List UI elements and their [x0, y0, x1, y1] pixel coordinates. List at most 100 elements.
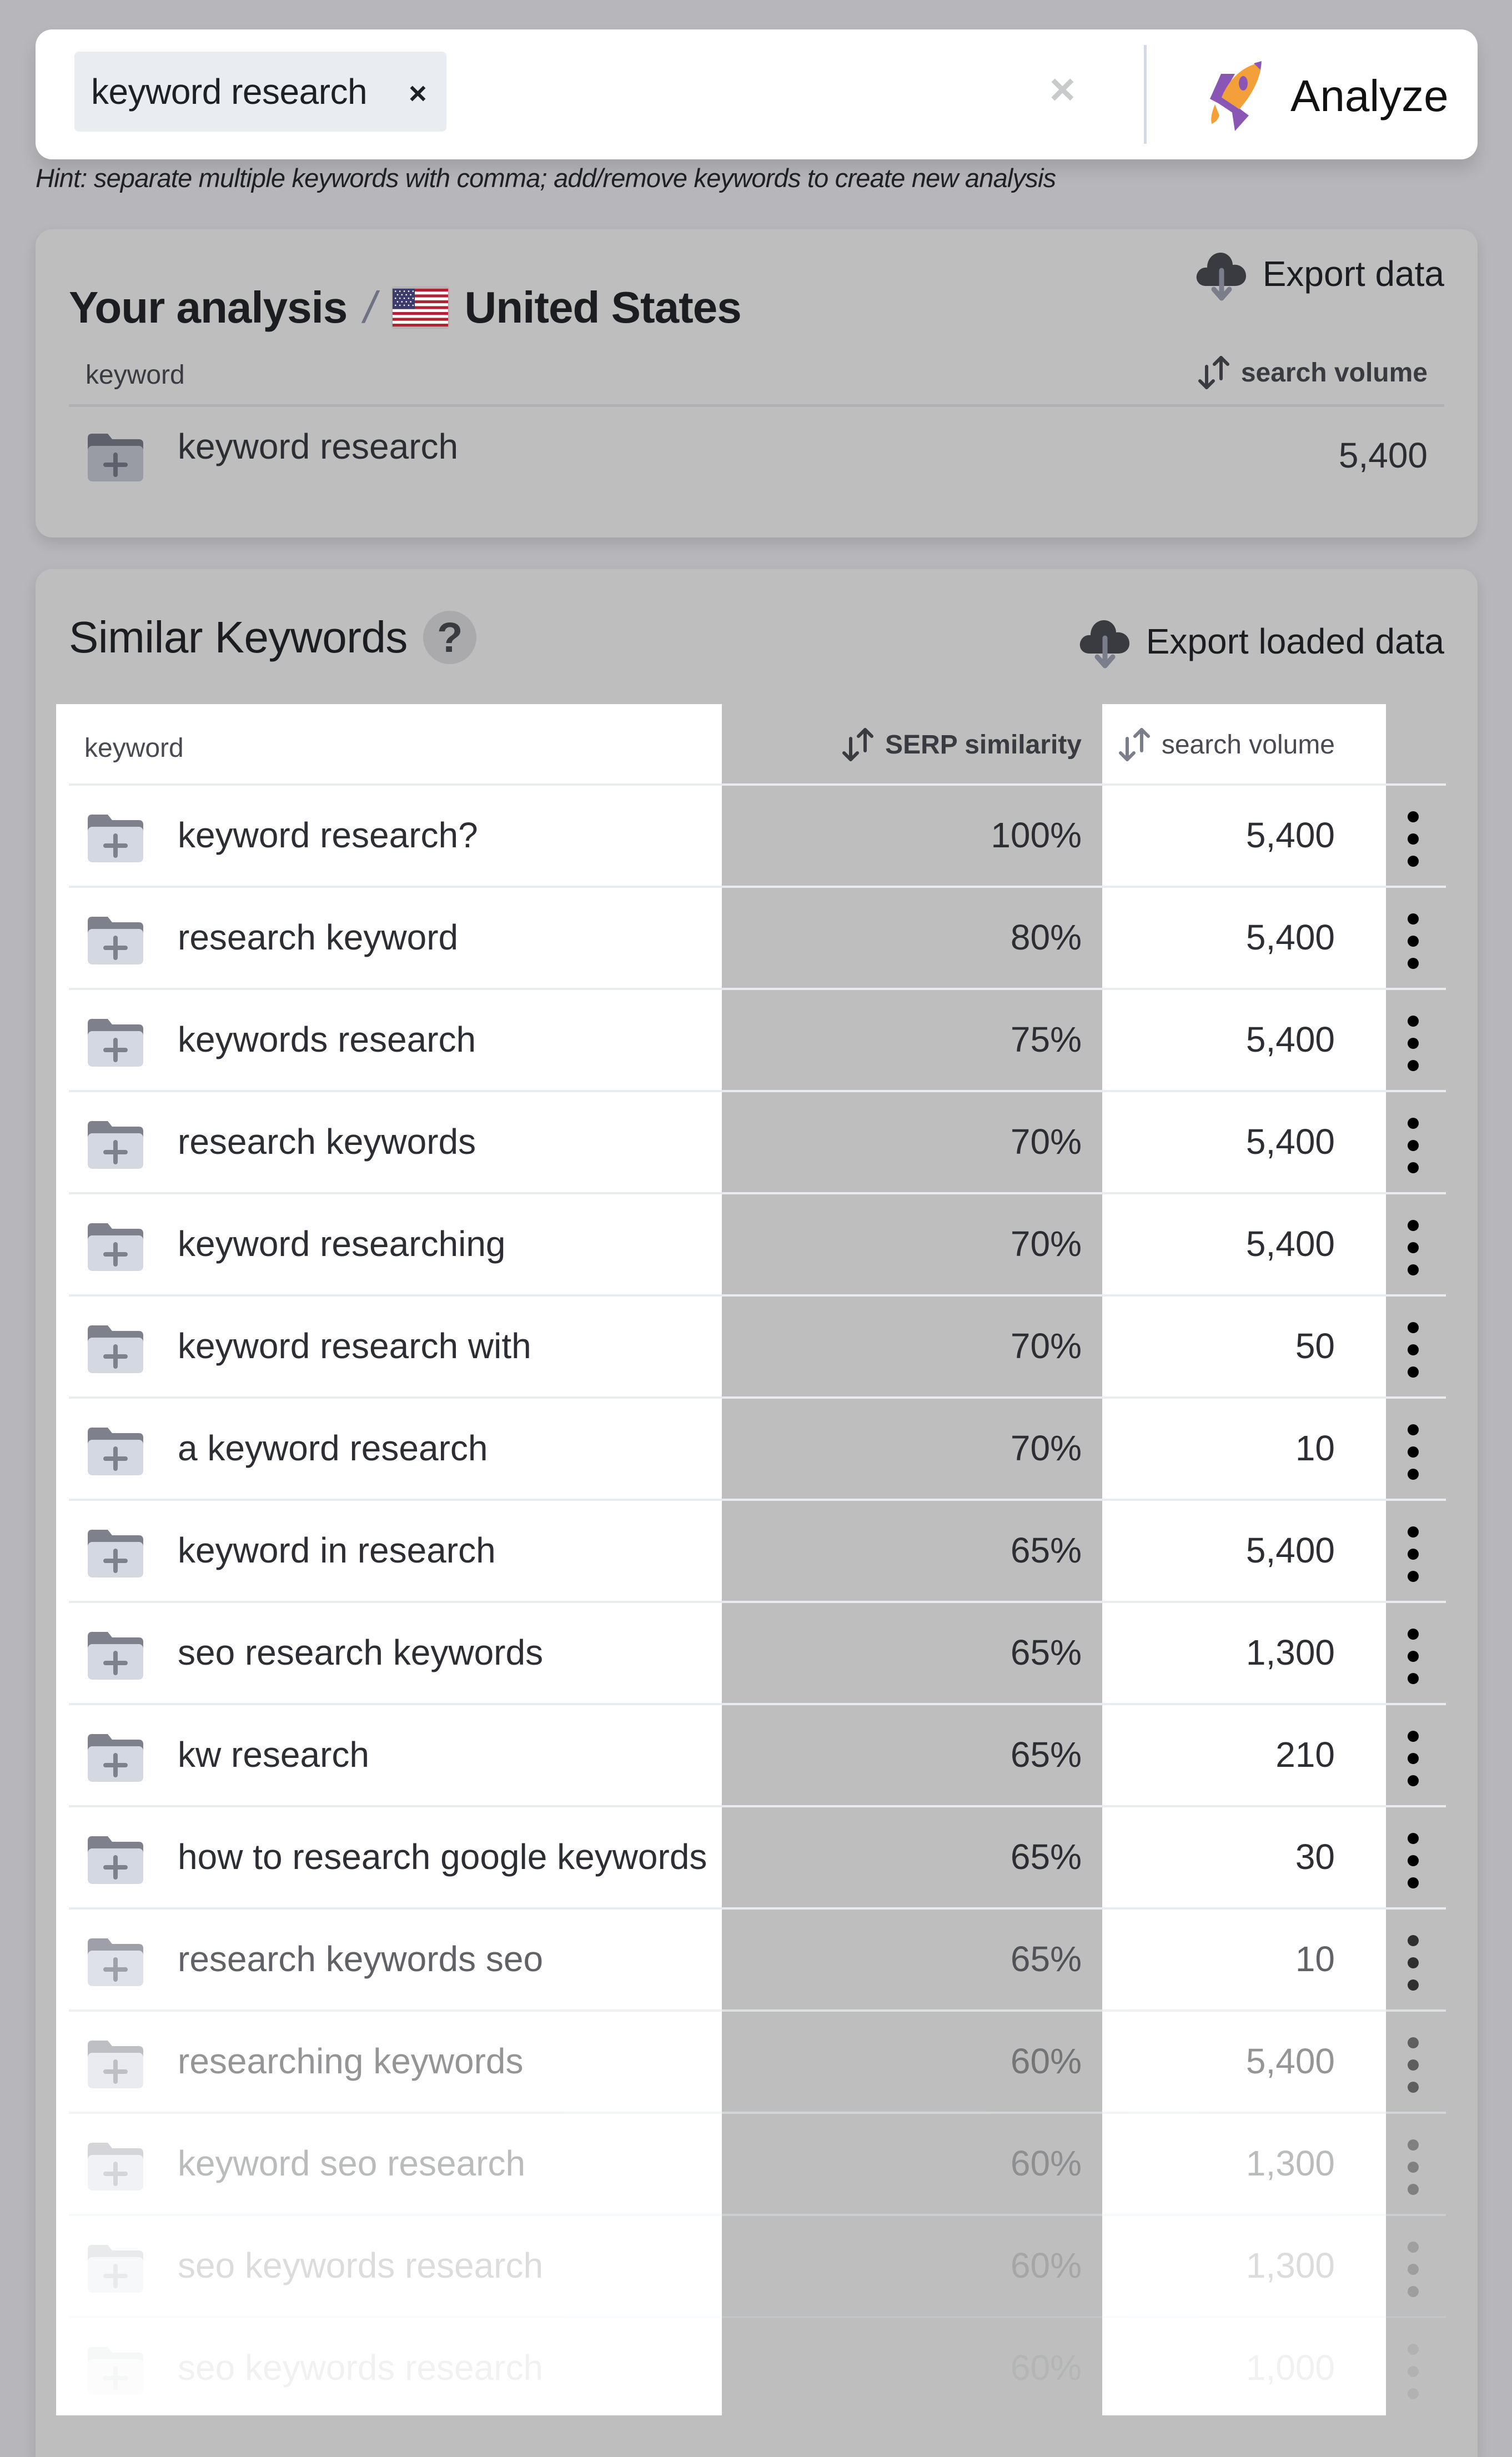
add-to-folder-icon[interactable]	[88, 1325, 143, 1373]
add-to-folder-icon[interactable]	[88, 1734, 143, 1782]
add-to-folder-icon[interactable]	[88, 1428, 143, 1475]
more-options-icon[interactable]	[1405, 1833, 1421, 1888]
remove-chip-close-icon[interactable]: ×	[409, 75, 427, 111]
add-to-folder-icon[interactable]	[88, 1632, 143, 1680]
table-row: kw research 65% 210	[69, 1705, 1446, 1807]
add-to-folder-icon[interactable]	[88, 917, 143, 964]
keyword-text: researching keywords	[178, 2041, 524, 2081]
analysis-row: keyword research 5,400	[69, 413, 1444, 496]
us-flag-icon	[392, 288, 448, 327]
serp-similarity-value: 75%	[1010, 1019, 1082, 1059]
more-options-icon[interactable]	[1405, 1629, 1421, 1684]
search-volume-value: 5,400	[1245, 1122, 1335, 1162]
serp-similarity-value: 65%	[1010, 1530, 1082, 1570]
keyword-search-bar[interactable]: keyword research × × Analyze	[36, 29, 1478, 159]
add-to-folder-icon[interactable]	[88, 2143, 143, 2190]
your-analysis-card: Your analysis / United States Export dat…	[36, 229, 1478, 537]
export-loaded-data-label: Export loaded data	[1146, 621, 1444, 661]
search-volume-value: 210	[1275, 1735, 1335, 1775]
more-options-icon[interactable]	[1405, 1322, 1421, 1378]
more-options-icon[interactable]	[1405, 2037, 1421, 2093]
add-to-folder-icon[interactable]	[88, 1019, 143, 1067]
serp-similarity-value: 60%	[1010, 2245, 1082, 2285]
keyword-text: keyword research	[178, 426, 459, 466]
table-row: researching keywords 60% 5,400	[69, 2012, 1446, 2114]
serp-similarity-value: 65%	[1010, 1837, 1082, 1877]
more-options-icon[interactable]	[1405, 1118, 1421, 1173]
sort-search-volume-button[interactable]: search volume	[1116, 726, 1335, 763]
table-row: how to research google keywords 65% 30	[69, 1807, 1446, 1910]
clear-all-close-icon[interactable]: ×	[1049, 64, 1076, 115]
search-volume-value: 1,300	[1245, 2245, 1335, 2285]
search-volume-value: 10	[1295, 1428, 1335, 1468]
sort-search-volume-button[interactable]: search volume	[1195, 354, 1428, 391]
add-to-folder-icon[interactable]	[88, 1530, 143, 1577]
export-data-button[interactable]: Export data	[1194, 246, 1444, 302]
table-row: seo research keywords 65% 1,300	[69, 1603, 1446, 1705]
search-volume-value: 50	[1295, 1326, 1335, 1366]
keyword-text: keyword seo research	[178, 2143, 526, 2183]
serp-similarity-value: 60%	[1010, 2143, 1082, 2183]
add-to-folder-icon[interactable]	[88, 2245, 143, 2293]
table-row: keyword research with 70% 50	[69, 1297, 1446, 1399]
analyze-label: Analyze	[1290, 71, 1449, 120]
serp-similarity-value: 65%	[1010, 1735, 1082, 1775]
search-volume-value: 5,400	[1245, 2041, 1335, 2081]
export-loaded-data-button[interactable]: Export loaded data	[1077, 614, 1444, 669]
add-to-folder-icon[interactable]	[88, 1121, 143, 1169]
more-options-icon[interactable]	[1405, 913, 1421, 969]
table-row: keyword in research 65% 5,400	[69, 1501, 1446, 1603]
keyword-text: research keywords seo	[178, 1939, 544, 1979]
serp-similarity-value: 100%	[991, 815, 1082, 855]
column-header-search-volume: search volume	[1240, 358, 1428, 388]
table-row: keyword researching 70% 5,400	[69, 1194, 1446, 1297]
add-to-folder-icon[interactable]	[88, 815, 143, 862]
add-to-folder-icon[interactable]	[88, 2041, 143, 2088]
help-icon[interactable]: ?	[423, 611, 476, 664]
more-options-icon[interactable]	[1405, 1731, 1421, 1786]
more-options-icon[interactable]	[1405, 2242, 1421, 2297]
search-volume-value: 5,400	[1245, 1224, 1335, 1264]
add-to-folder-icon[interactable]	[88, 2347, 143, 2395]
more-options-icon[interactable]	[1405, 1016, 1421, 1071]
sort-serp-similarity-button[interactable]: SERP similarity	[840, 726, 1082, 763]
table-header: keyword SERP similarity search volume	[69, 704, 1446, 786]
table-row: seo keywords research 60% 1,000	[69, 2318, 1446, 2420]
search-volume-value: 5,400	[1245, 1530, 1335, 1570]
more-options-icon[interactable]	[1405, 2139, 1421, 2195]
table-row: keyword research? 100% 5,400	[69, 786, 1446, 888]
serp-similarity-value: 70%	[1010, 1122, 1082, 1162]
add-to-folder-icon[interactable]	[88, 1938, 143, 1986]
table-body: keyword research? 100% 5,400 research ke…	[69, 786, 1446, 2420]
breadcrumb-separator: /	[364, 283, 376, 332]
more-options-icon[interactable]	[1405, 2344, 1421, 2399]
add-to-folder-icon[interactable]	[88, 434, 143, 481]
keyword-text: how to research google keywords	[178, 1837, 707, 1877]
search-volume-value: 30	[1295, 1837, 1335, 1877]
keyword-text: kw research	[178, 1735, 369, 1775]
more-options-icon[interactable]	[1405, 1526, 1421, 1582]
keyword-text: keywords research	[178, 1019, 476, 1059]
analyze-button[interactable]: Analyze	[1196, 60, 1449, 132]
serp-similarity-value: 70%	[1010, 1326, 1082, 1366]
table-row: research keywords 70% 5,400	[69, 1092, 1446, 1194]
more-options-icon[interactable]	[1405, 1424, 1421, 1480]
keyword-text: keyword researching	[178, 1224, 506, 1264]
similar-keywords-heading: Similar Keywords ?	[69, 611, 476, 664]
sort-icon	[842, 728, 874, 761]
column-header-keyword: keyword	[86, 360, 185, 390]
search-volume-value: 5,400	[1245, 1019, 1335, 1059]
add-to-folder-icon[interactable]	[88, 1836, 143, 1884]
more-options-icon[interactable]	[1405, 811, 1421, 867]
analysis-title: Your analysis	[69, 283, 348, 332]
add-to-folder-icon[interactable]	[88, 1223, 143, 1271]
search-volume-value: 1,300	[1245, 1632, 1335, 1672]
search-volume-value: 10	[1295, 1939, 1335, 1979]
table-row: research keywords seo 65% 10	[69, 1910, 1446, 2012]
analysis-heading: Your analysis / United States	[69, 282, 742, 333]
search-volume-value: 5,400	[1245, 815, 1335, 855]
more-options-icon[interactable]	[1405, 1935, 1421, 1991]
more-options-icon[interactable]	[1405, 1220, 1421, 1275]
search-volume-value: 5,400	[1338, 435, 1428, 475]
keyword-chip[interactable]: keyword research ×	[74, 52, 446, 132]
